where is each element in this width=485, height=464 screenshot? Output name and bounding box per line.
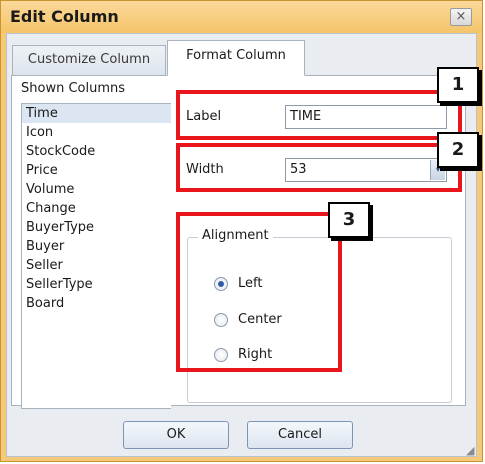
title-bar[interactable]: Edit Column × [1, 1, 482, 33]
dialog-title: Edit Column [10, 7, 119, 26]
callout-1: 1 [437, 67, 479, 103]
tab-customize-column[interactable]: Customize Column [12, 45, 166, 75]
shown-columns-list[interactable]: Time Icon StockCode Price Volume Change … [21, 103, 171, 409]
list-item[interactable]: Seller [22, 256, 171, 275]
ok-button[interactable]: OK [123, 421, 229, 449]
highlight-box-1 [176, 90, 462, 140]
close-icon[interactable]: × [450, 8, 472, 26]
cancel-button[interactable]: Cancel [247, 421, 353, 449]
list-item[interactable]: Icon [22, 123, 171, 142]
list-item[interactable]: SellerType [22, 275, 171, 294]
list-item[interactable]: Time [22, 104, 171, 123]
list-item[interactable]: Buyer [22, 237, 171, 256]
callout-2: 2 [437, 132, 479, 168]
resize-grip-icon[interactable]: ◢ [466, 445, 478, 457]
highlight-box-3 [176, 212, 342, 372]
list-item[interactable]: Volume [22, 180, 171, 199]
list-item[interactable]: StockCode [22, 142, 171, 161]
shown-columns-label: Shown Columns [21, 81, 126, 96]
highlight-box-2 [176, 143, 462, 192]
list-item[interactable]: BuyerType [22, 218, 171, 237]
callout-3: 3 [328, 202, 370, 238]
list-item[interactable]: Change [22, 199, 171, 218]
tab-format-column[interactable]: Format Column [167, 40, 305, 76]
list-item[interactable]: Price [22, 161, 171, 180]
list-item[interactable]: Board [22, 294, 171, 313]
